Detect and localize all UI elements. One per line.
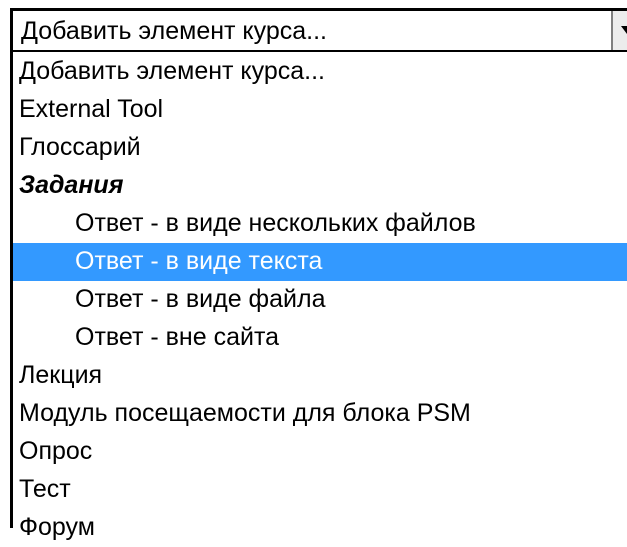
add-course-element-select[interactable]: Добавить элемент курса...: [13, 11, 627, 52]
option-lesson[interactable]: Лекция: [13, 357, 627, 395]
option-quiz[interactable]: Тест: [13, 471, 627, 509]
dropdown-button[interactable]: [611, 11, 627, 50]
option-glossary[interactable]: Глоссарий: [13, 129, 627, 167]
option-multiple-files[interactable]: Ответ - в виде нескольких файлов: [13, 205, 627, 243]
dropdown-listbox[interactable]: Добавить элемент курса... External Tool …: [13, 53, 627, 541]
option-single-file[interactable]: Ответ - в виде файла: [13, 281, 627, 319]
option-attendance-module[interactable]: Модуль посещаемости для блока PSM: [13, 395, 627, 433]
optgroup-assignments: Задания: [19, 171, 124, 199]
option-offline[interactable]: Ответ - вне сайта: [13, 319, 627, 357]
chevron-down-icon: [621, 26, 627, 34]
option-external-tool[interactable]: External Tool: [13, 91, 627, 129]
option-online-text[interactable]: Ответ - в виде текста: [13, 243, 627, 281]
option-survey[interactable]: Опрос: [13, 433, 627, 471]
select-current-value: Добавить элемент курса...: [21, 17, 328, 45]
option-add-course-element[interactable]: Добавить элемент курса...: [13, 53, 627, 91]
